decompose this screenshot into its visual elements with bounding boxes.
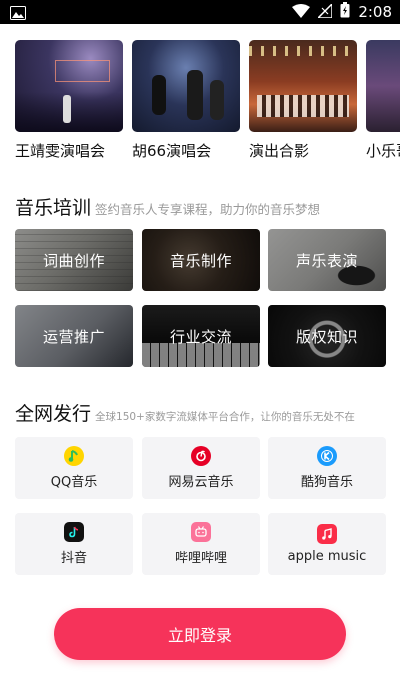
- concert-photo: [15, 40, 123, 132]
- concert-strip[interactable]: 王靖雯演唱会 胡66演唱会 演出合影 小乐哥: [0, 40, 400, 165]
- platform-name: apple music: [287, 549, 367, 564]
- platform-name: 网易云音乐: [168, 475, 234, 490]
- concert-photo: [366, 40, 400, 132]
- concert-label: 胡66演唱会: [132, 142, 212, 160]
- platform-name: 抖音: [60, 551, 87, 566]
- qq-music-icon: [64, 446, 84, 466]
- platform-netease[interactable]: 网易云音乐: [142, 437, 260, 499]
- concert-label: 小乐哥: [366, 142, 400, 160]
- distribution-header: 全网发行 全球150+家数字流媒体平台合作，让你的音乐无处不在: [15, 399, 355, 426]
- signal-icon: [316, 1, 334, 22]
- platform-bilibili[interactable]: 哔哩哔哩: [142, 513, 260, 575]
- training-header: 音乐培训 签约音乐人专享课程，助力你的音乐梦想: [15, 193, 320, 220]
- platform-name: 哔哩哔哩: [174, 551, 227, 566]
- wifi-icon: [292, 3, 311, 22]
- distribution-title: 全网发行: [15, 403, 92, 425]
- concert-card[interactable]: 王靖雯演唱会: [15, 40, 125, 161]
- battery-icon: [340, 2, 350, 22]
- status-bar: 2:08: [0, 0, 400, 24]
- platform-name: QQ音乐: [50, 475, 98, 490]
- distribution-subtitle: 全球150+家数字流媒体平台合作，让你的音乐无处不在: [95, 411, 355, 423]
- concert-card[interactable]: 小乐哥: [366, 40, 400, 161]
- platform-qq-music[interactable]: QQ音乐: [15, 437, 133, 499]
- platform-douyin[interactable]: 抖音: [15, 513, 133, 575]
- tile-label: 版权知识: [295, 327, 358, 346]
- apple-music-icon: [317, 524, 337, 544]
- tile-label: 行业交流: [169, 327, 232, 346]
- platform-apple-music[interactable]: apple music: [268, 513, 386, 575]
- training-tile-production[interactable]: 音乐制作: [142, 229, 260, 291]
- login-button[interactable]: 立即登录: [54, 608, 346, 660]
- tile-label: 词曲创作: [42, 251, 105, 270]
- image-notification-icon: [10, 5, 26, 24]
- concert-card[interactable]: 演出合影: [249, 40, 359, 161]
- concert-label: 演出合影: [249, 142, 310, 160]
- training-tile-industry[interactable]: 行业交流: [142, 305, 260, 367]
- concert-photo: [249, 40, 357, 132]
- training-tile-lyrics[interactable]: 词曲创作: [15, 229, 133, 291]
- platform-name: 酷狗音乐: [300, 475, 353, 490]
- kugou-music-icon: [317, 446, 337, 466]
- concert-photo: [132, 40, 240, 132]
- tile-label: 运营推广: [42, 327, 105, 346]
- douyin-icon: [64, 522, 84, 542]
- concert-card[interactable]: 胡66演唱会: [132, 40, 242, 161]
- clock: 2:08: [358, 3, 392, 21]
- tile-label: 音乐制作: [169, 251, 232, 270]
- platform-kugou[interactable]: 酷狗音乐: [268, 437, 386, 499]
- training-tile-promotion[interactable]: 运营推广: [15, 305, 133, 367]
- training-subtitle: 签约音乐人专享课程，助力你的音乐梦想: [95, 202, 321, 217]
- bilibili-icon: [191, 522, 211, 542]
- training-title: 音乐培训: [15, 197, 92, 219]
- training-tile-vocal[interactable]: 声乐表演: [268, 229, 386, 291]
- tile-label: 声乐表演: [295, 251, 358, 270]
- training-tile-copyright[interactable]: 版权知识: [268, 305, 386, 367]
- concert-label: 王靖雯演唱会: [15, 142, 106, 160]
- netease-music-icon: [191, 446, 211, 466]
